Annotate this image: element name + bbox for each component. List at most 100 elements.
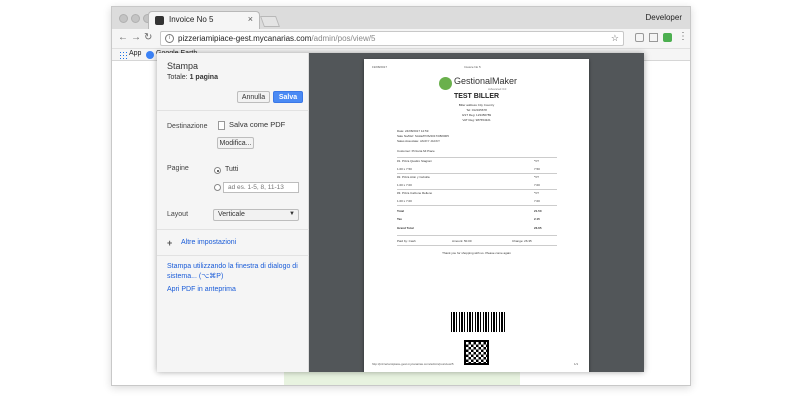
reload-icon[interactable]: ↻ — [144, 32, 152, 43]
destination-value: Salva come PDF — [229, 120, 286, 129]
gestionalmaker-logo-icon — [439, 77, 452, 90]
preview-page: 19/08/2017 Invoice No 5 GestionalMaker A… — [364, 59, 589, 372]
total-label: Total — [397, 209, 404, 213]
receipt-rule — [397, 173, 557, 174]
browser-window: Invoice No 5 × Developer ← → ↻ i pizzeri… — [111, 6, 691, 386]
more-settings-link[interactable]: Altre impostazioni — [181, 239, 236, 246]
item-amount: 7.00 — [534, 183, 540, 187]
change: Change: 26.35 — [512, 239, 532, 243]
item-name: #2. Pizza Atún y Cebolla — [397, 175, 430, 179]
extension-icon[interactable] — [635, 33, 644, 42]
total-label: Totale: — [167, 74, 188, 81]
item-name: #3. Pizza Calzone Relleno — [397, 191, 433, 195]
tab-close-icon[interactable]: × — [248, 14, 253, 24]
back-icon[interactable]: ← — [118, 32, 128, 43]
chevron-down-icon: ▼ — [289, 211, 295, 217]
receipt-info-line: Date: 24/08/2017 12:59 — [397, 129, 429, 133]
forward-icon[interactable]: → — [131, 32, 141, 43]
new-tab-button[interactable] — [259, 16, 281, 27]
bookmark-star-icon[interactable]: ☆ — [611, 33, 619, 44]
pages-label: Pagine — [167, 165, 189, 172]
address-bar[interactable]: i pizzeriamipiace-gest.mycanarias.com/ad… — [160, 31, 624, 46]
extension-green-icon[interactable] — [663, 33, 672, 42]
pages-custom-input[interactable] — [223, 182, 299, 193]
receipt-title: TEST BILLER — [453, 93, 500, 100]
biller-line: GST Reg: 123456789 — [461, 113, 492, 117]
grand-total-value: 23.65 — [534, 226, 542, 230]
receipt-info-line: Sales Associate: JACKY JACKY — [397, 139, 440, 143]
tax-value: 2.15 — [534, 217, 540, 221]
modify-destination-button[interactable]: Modifica... — [217, 137, 254, 149]
item-qty: 1.00 x 7.00 — [397, 183, 412, 187]
footer-url: http://pizzeriamipiace-gest.mycanarias.c… — [372, 362, 454, 366]
divider — [157, 255, 309, 256]
grand-total-label: Grand Total — [397, 226, 414, 230]
cast-icon[interactable] — [649, 33, 658, 42]
pdf-file-icon — [218, 121, 225, 130]
system-dialog-link[interactable]: Stampa utilizzando la finestra di dialog… — [167, 263, 298, 270]
url-host: pizzeriamipiace-gest.mycanarias.com — [178, 34, 312, 43]
open-pdf-preview-link[interactable]: Apri PDF in anteprima — [167, 286, 236, 293]
browser-toolbar: ← → ↻ i pizzeriamipiace-gest.mycanarias.… — [112, 29, 690, 49]
receipt-rule — [397, 245, 557, 246]
save-button[interactable]: Salva — [273, 91, 303, 103]
menu-icon[interactable]: ⋮ — [678, 31, 688, 42]
footer-page: 1/1 — [574, 362, 579, 366]
total-pages: Totale: 1 pagina — [167, 74, 218, 81]
item-amount: 7.00 — [534, 199, 540, 203]
print-settings-panel: Stampa Totale: 1 pagina Annulla Salva De… — [157, 53, 309, 372]
qr-code-image — [464, 340, 489, 365]
biller-line: Biller address City Country — [458, 103, 495, 107]
print-preview-area: 19/08/2017 Invoice No 5 GestionalMaker A… — [309, 53, 644, 372]
logo-text: GestionalMaker — [454, 76, 518, 86]
tab-favicon-icon — [155, 16, 164, 25]
apps-icon[interactable] — [119, 51, 127, 59]
paid-by: Paid by: Cash — [397, 239, 416, 243]
divider — [157, 110, 309, 111]
profile-name[interactable]: Developer — [646, 13, 682, 22]
thanks-message: Thank you for shopping with us. Please c… — [442, 251, 511, 255]
layout-select[interactable]: Verticale ▼ — [213, 209, 299, 221]
logo-subtitle: Advanced 3.0 — [488, 87, 507, 91]
bookmark-app[interactable]: App — [129, 50, 141, 57]
item-tax: *VT — [534, 175, 540, 179]
divider — [157, 229, 309, 230]
url-text: pizzeriamipiace-gest.mycanarias.com/admi… — [178, 34, 375, 43]
minimize-window-icon[interactable] — [131, 14, 140, 23]
barcode-image — [451, 312, 506, 332]
total-value: 21.50 — [534, 209, 542, 213]
pages-all-label[interactable]: Tutti — [225, 166, 238, 173]
print-title: Stampa — [167, 61, 199, 71]
item-tax: *VT — [534, 191, 540, 195]
tab-title: Invoice No 5 — [169, 15, 214, 24]
total-value: 1 pagina — [189, 74, 218, 81]
item-tax: *VT — [534, 159, 540, 163]
info-icon[interactable]: i — [165, 34, 174, 43]
google-earth-icon[interactable] — [146, 51, 154, 59]
layout-label: Layout — [167, 211, 189, 218]
cancel-button[interactable]: Annulla — [237, 91, 270, 103]
plus-icon[interactable]: + — [167, 238, 172, 248]
receipt-header-title: Invoice No 5 — [464, 65, 481, 69]
receipt-info-line: Sale No/Ref: SALE/POS/2017/08/0005 — [397, 134, 449, 138]
close-window-icon[interactable] — [119, 14, 128, 23]
tax-label: Tax — [397, 217, 402, 221]
receipt-rule — [397, 189, 557, 190]
amount-paid: Amount: 50.00 — [452, 239, 472, 243]
receipt-rule — [397, 205, 557, 206]
item-qty: 1.00 x 7.50 — [397, 167, 412, 171]
destination-label: Destinazione — [167, 123, 208, 130]
url-path: /admin/pos/view/5 — [311, 34, 376, 43]
system-dialog-link-line2[interactable]: sistema... (⌥⌘P) — [167, 272, 223, 280]
pages-all-radio[interactable] — [214, 167, 221, 174]
browser-tab[interactable]: Invoice No 5 × — [148, 11, 260, 29]
item-qty: 1.00 x 7.00 — [397, 199, 412, 203]
receipt-rule — [397, 157, 557, 158]
receipt-rule — [397, 235, 557, 236]
receipt-customer: Customer: Pizzeria Mi Piace — [397, 149, 435, 153]
item-amount: 7.50 — [534, 167, 540, 171]
title-bar: Invoice No 5 × Developer — [112, 7, 690, 29]
biller-line: Tel: 012345678 — [466, 108, 487, 112]
pages-custom-radio[interactable] — [214, 184, 221, 191]
item-name: #1. Pizza Quattro Stagioni — [397, 159, 432, 163]
